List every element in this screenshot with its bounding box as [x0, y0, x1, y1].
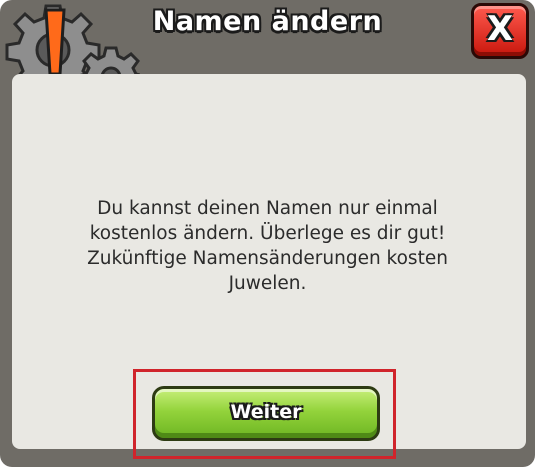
dialog-title: Namen ändern	[152, 6, 383, 37]
rename-dialog: Namen ändern X Du kannst deinen Namen nu…	[0, 0, 535, 467]
close-button[interactable]: X	[471, 3, 529, 59]
continue-button-label: Weiter	[230, 401, 302, 423]
dialog-message: Du kannst deinen Namen nur einmal kosten…	[87, 198, 448, 294]
close-icon: X	[486, 9, 514, 49]
continue-button[interactable]: Weiter	[152, 386, 380, 441]
